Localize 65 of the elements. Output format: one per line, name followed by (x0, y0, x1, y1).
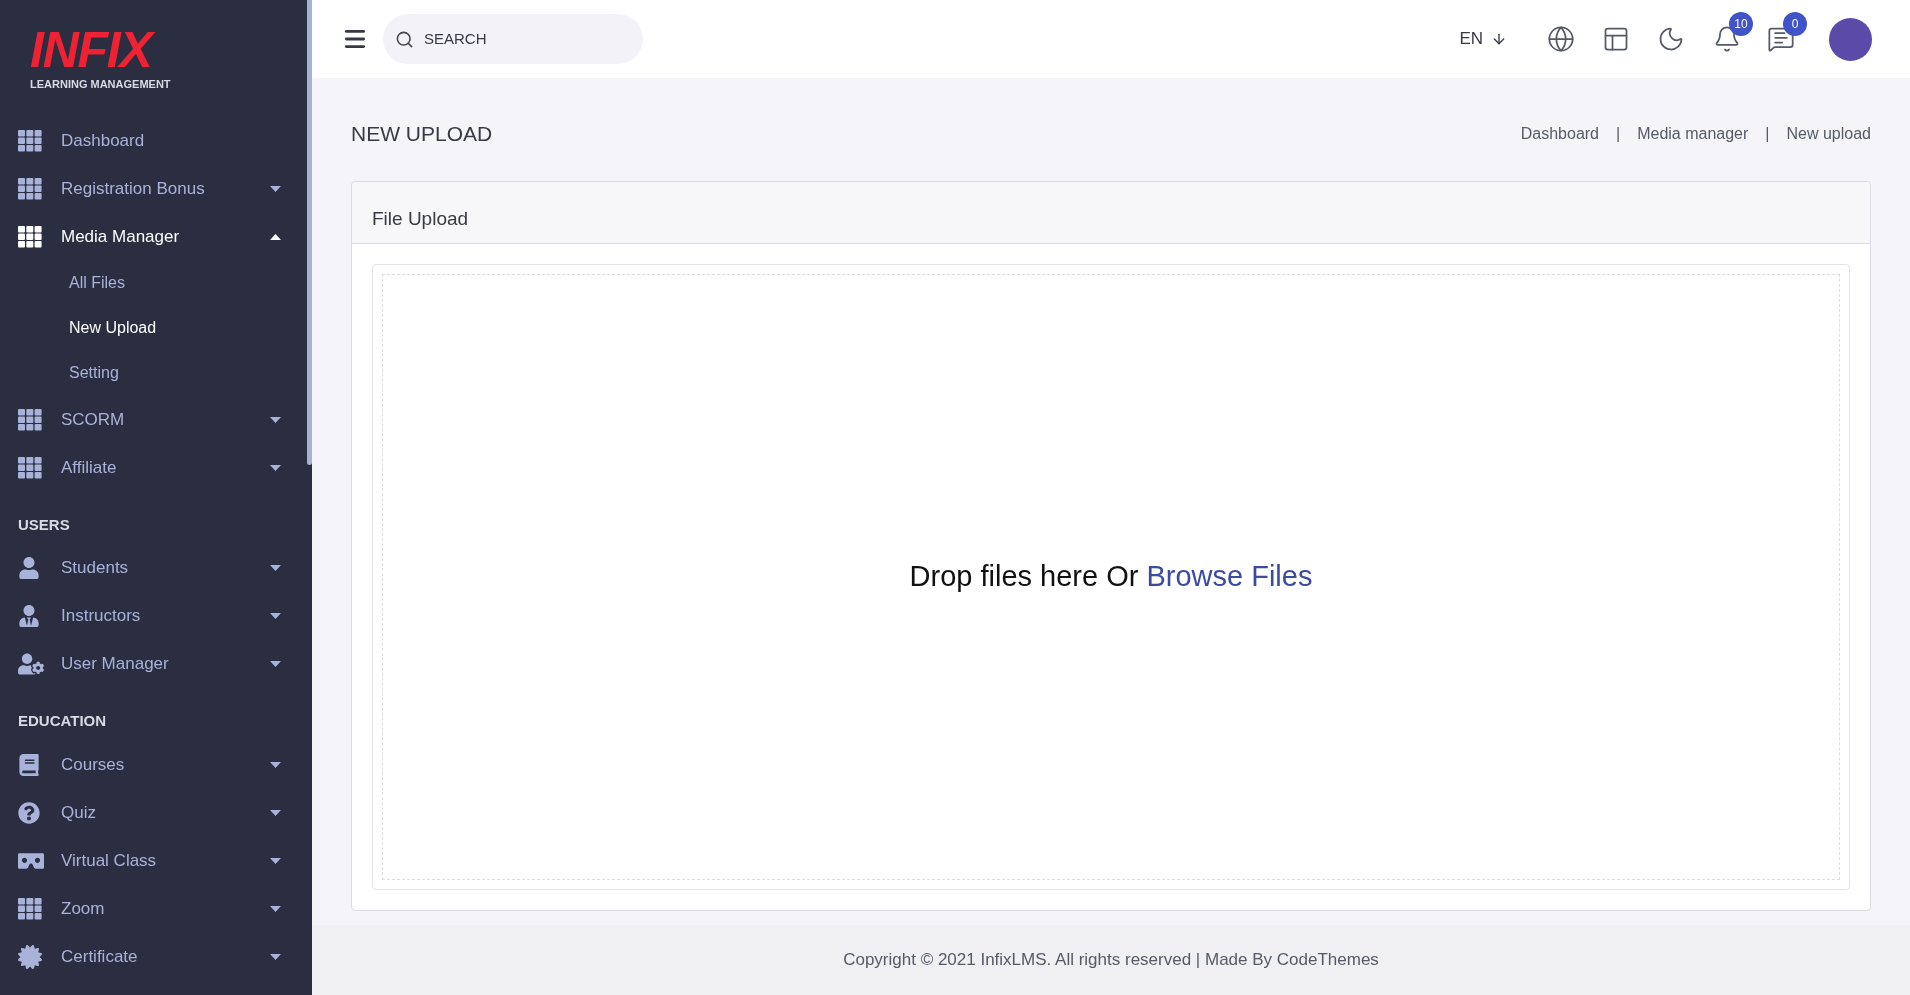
search-field[interactable]: SEARCH (424, 27, 604, 51)
grid-icon (18, 456, 42, 479)
grid-icon (18, 177, 42, 200)
dropzone-text: Drop files here Or Browse Files (909, 559, 1313, 595)
nav-item[interactable]: Affiliate (0, 443, 307, 492)
nav-label: User Manager (61, 653, 170, 676)
moon-icon[interactable] (1657, 25, 1685, 53)
notification-count: 10 (1729, 12, 1753, 36)
breadcrumb-separator: | (1765, 124, 1770, 144)
nav-label: Courses (61, 753, 126, 776)
nav-subitem[interactable]: All Files (0, 260, 307, 306)
globe-icon[interactable] (1547, 25, 1575, 53)
language-selector[interactable]: EN (1459, 26, 1507, 52)
user-icon (18, 557, 40, 579)
nav-item[interactable]: Registration Bonus (0, 164, 307, 213)
search-bar[interactable]: SEARCH (383, 14, 643, 64)
nav-label: Students (61, 557, 130, 580)
nav-item[interactable]: Dashboard (0, 116, 307, 165)
nav-item[interactable]: Courses (0, 740, 307, 789)
card-title: File Upload (372, 206, 469, 231)
nav-item[interactable]: Certificate (0, 932, 307, 981)
book-icon (18, 753, 40, 776)
nav-item[interactable]: Instructors (0, 592, 307, 640)
nav-item[interactable]: SCORM (0, 395, 307, 444)
nav-item[interactable]: Zoom (0, 884, 307, 933)
question-icon (18, 801, 40, 824)
nav-item[interactable]: User Manager (0, 640, 307, 688)
nav-label: Zoom (61, 897, 106, 920)
grid-icon (18, 129, 42, 152)
message-count: 0 (1783, 12, 1807, 36)
page-title: NEW UPLOAD (351, 121, 493, 148)
nav-label: Virtual Class (61, 849, 158, 872)
section-heading: USERS (17, 514, 71, 535)
user-tie-icon (18, 605, 40, 627)
nav-subitem[interactable]: New Upload (0, 305, 307, 351)
nav-subitem[interactable]: Setting (0, 350, 307, 396)
grid-icon (18, 897, 42, 920)
logo-tagline: LEARNING MANAGEMENT (30, 77, 172, 92)
avatar[interactable] (1829, 17, 1872, 61)
dropzone[interactable]: Drop files here Or Browse Files (372, 264, 1850, 890)
browse-files-link[interactable]: Browse Files (1146, 560, 1313, 593)
copyright-text: Copyright © 2021 InfixLMS. All rights reserved | Made By CodeThemes (843, 949, 1379, 972)
nav-label: SCORM (61, 408, 126, 431)
user-gear-icon (18, 651, 44, 677)
nav-label: Affiliate (61, 456, 118, 479)
logo-wordmark: INFIX (30, 26, 307, 74)
nav-label: Media Manager (61, 225, 181, 248)
section-heading: EDUCATION (17, 711, 108, 731)
search-icon (395, 29, 414, 49)
nav-label: Certificate (61, 945, 139, 968)
nav-item[interactable]: Students (0, 544, 307, 592)
nav-label: Dashboard (61, 129, 146, 152)
breadcrumb-separator: | (1616, 124, 1621, 144)
nav-item[interactable]: Media Manager (0, 212, 307, 261)
nav-label: Registration Bonus (61, 177, 206, 200)
nav-item[interactable]: Virtual Class (0, 836, 307, 885)
nav-item[interactable]: Quiz (0, 788, 307, 837)
grid-icon (18, 408, 42, 431)
badge-icon (18, 944, 42, 969)
grid-icon (18, 225, 42, 248)
layout-icon[interactable] (1602, 25, 1630, 53)
nav-label: Quiz (61, 801, 97, 824)
breadcrumb-link[interactable]: Media manager (1637, 122, 1749, 146)
nav-label: Instructors (61, 605, 142, 628)
breadcrumb-link[interactable]: Dashboard (1520, 122, 1599, 146)
